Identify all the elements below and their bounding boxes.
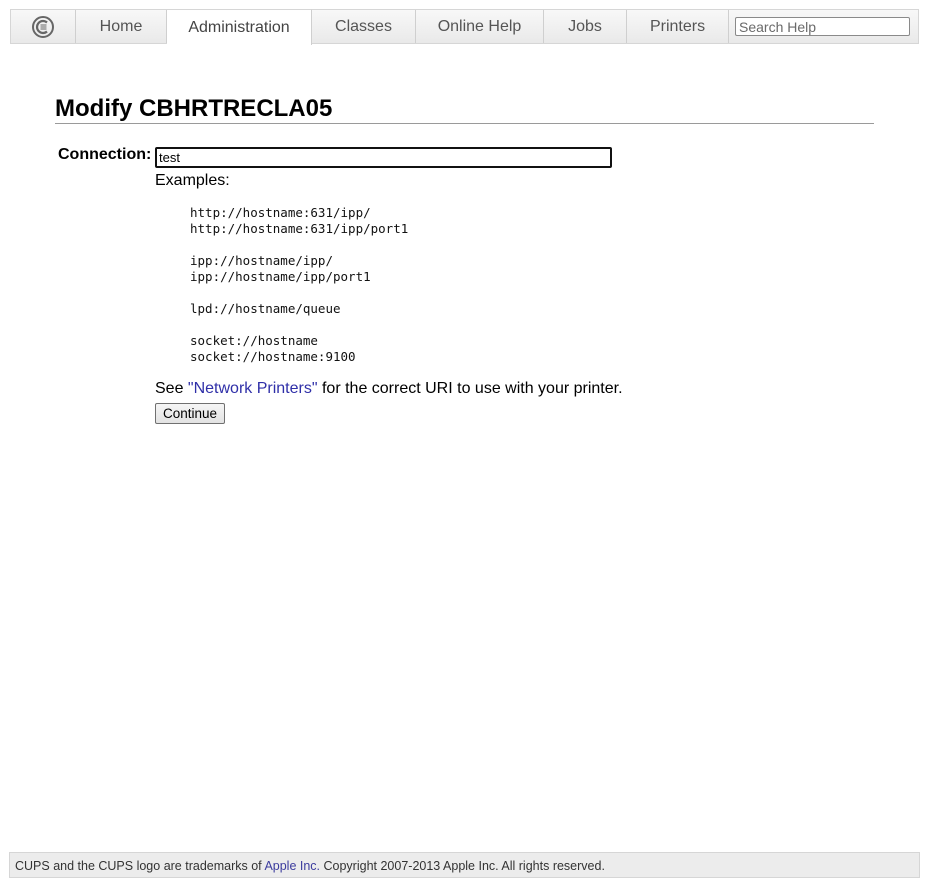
page: Home Administration Classes Online Help …: [0, 0, 929, 887]
continue-button[interactable]: Continue: [155, 403, 226, 424]
example-uri: http://hostname:631/ipp/: [190, 205, 371, 220]
hint-prefix: See: [155, 380, 188, 397]
network-printers-link[interactable]: "Network Printers": [188, 380, 318, 397]
example-uri: ipp://hostname/ipp/: [190, 253, 333, 268]
example-uri: socket://hostname:9100: [190, 349, 356, 364]
example-uri: lpd://hostname/queue: [190, 301, 341, 316]
connection-label: Connection:: [58, 146, 152, 163]
example-uri: socket://hostname: [190, 333, 318, 348]
top-nav: Home Administration Classes Online Help …: [10, 9, 919, 45]
cups-logo-icon[interactable]: [11, 10, 76, 43]
example-group-http: http://hostname:631/ipp/ http://hostname…: [190, 205, 408, 237]
tab-online-help[interactable]: Online Help: [416, 10, 544, 43]
example-uri: http://hostname:631/ipp/port1: [190, 221, 409, 236]
tab-administration[interactable]: Administration: [167, 9, 312, 45]
connection-input[interactable]: [155, 147, 612, 168]
footer-prefix: CUPS and the CUPS logo are trademarks of: [15, 859, 265, 873]
example-uri: ipp://hostname/ipp/port1: [190, 269, 371, 284]
example-group-lpd: lpd://hostname/queue: [190, 301, 408, 317]
examples-label: Examples:: [155, 172, 230, 189]
footer-suffix: Copyright 2007-2013 Apple Inc. All right…: [320, 859, 605, 873]
search-container: [729, 10, 918, 43]
tab-printers[interactable]: Printers: [627, 10, 729, 43]
example-group-ipp: ipp://hostname/ipp/ ipp://hostname/ipp/p…: [190, 253, 408, 285]
examples-list: http://hostname:631/ipp/ http://hostname…: [190, 205, 408, 381]
uri-hint: See "Network Printers" for the correct U…: [155, 380, 623, 398]
title-divider: [55, 123, 874, 124]
tab-classes[interactable]: Classes: [312, 10, 416, 43]
example-group-socket: socket://hostname socket://hostname:9100: [190, 333, 408, 365]
search-input[interactable]: [735, 17, 910, 36]
footer: CUPS and the CUPS logo are trademarks of…: [9, 852, 920, 878]
cups-logo-graphic: [32, 15, 54, 38]
tab-home[interactable]: Home: [76, 10, 167, 43]
page-title: Modify CBHRTRECLA05: [55, 95, 333, 122]
hint-suffix: for the correct URI to use with your pri…: [317, 380, 623, 397]
apple-link[interactable]: Apple Inc.: [264, 859, 320, 873]
tab-jobs[interactable]: Jobs: [544, 10, 627, 43]
